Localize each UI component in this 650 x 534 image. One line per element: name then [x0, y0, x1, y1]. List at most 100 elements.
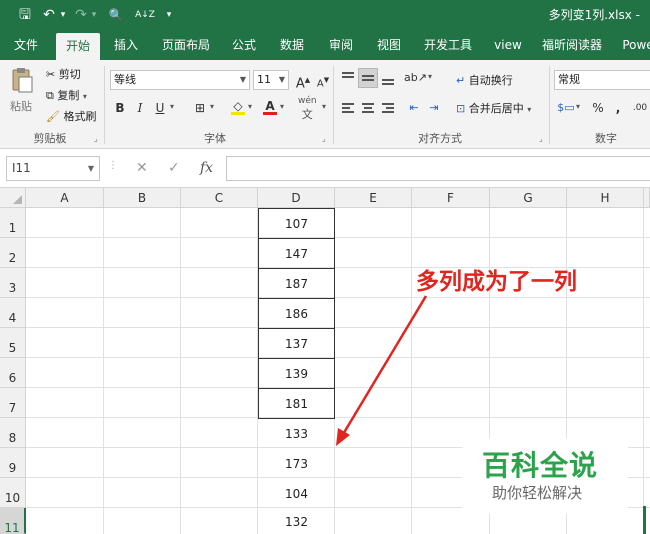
formula-input[interactable]	[226, 156, 650, 181]
save-icon[interactable]: 🖫	[14, 6, 36, 24]
decrease-indent-button[interactable]: ⇤	[404, 98, 424, 118]
row-header-11[interactable]: 11	[0, 508, 26, 534]
column-header-i[interactable]	[644, 188, 650, 208]
grow-font-button[interactable]: A▲	[293, 70, 313, 91]
chevron-down-icon: ▼	[239, 75, 246, 84]
row-header-4[interactable]: 4	[0, 298, 26, 328]
column-header-d[interactable]: D	[258, 188, 335, 208]
undo-icon[interactable]: ↶	[42, 6, 56, 24]
insert-function-icon[interactable]: fx	[200, 160, 213, 176]
column-header-a[interactable]: A	[26, 188, 104, 208]
align-center-button[interactable]	[358, 98, 378, 118]
percent-style-button[interactable]: %	[588, 98, 608, 118]
tab-power[interactable]: Powe	[618, 30, 650, 60]
cell-d10[interactable]: 104	[258, 479, 335, 509]
copy-button[interactable]: ⧉ 复制 ▾	[46, 87, 87, 103]
orientation-dropdown-icon[interactable]: ▾	[428, 72, 432, 81]
shrink-font-button[interactable]: A▼	[313, 70, 333, 90]
tab-insert[interactable]: 插入	[106, 30, 146, 60]
increase-indent-button[interactable]: ⇥	[424, 98, 444, 118]
row-header-8[interactable]: 8	[0, 418, 26, 448]
cancel-formula-icon[interactable]: ✕	[136, 160, 148, 176]
row-header-5[interactable]: 5	[0, 328, 26, 358]
phonetic-dropdown-icon[interactable]: ▾	[322, 102, 326, 111]
comma-style-button[interactable]: ,	[608, 98, 628, 118]
name-box[interactable]: I11 ▼	[6, 156, 100, 181]
cell-d6[interactable]: 139	[258, 358, 335, 389]
tab-formulas[interactable]: 公式	[226, 30, 262, 60]
tab-view[interactable]: 视图	[370, 30, 408, 60]
redo-dropdown-icon[interactable]: ▾	[89, 6, 99, 24]
row-header-3[interactable]: 3	[0, 268, 26, 298]
select-all-button[interactable]	[0, 188, 26, 208]
phonetic-guide-button[interactable]: wén 文	[298, 96, 317, 122]
column-header-c[interactable]: C	[181, 188, 258, 208]
underline-button[interactable]: U	[150, 98, 170, 118]
column-header-e[interactable]: E	[335, 188, 412, 208]
row-header-10[interactable]: 10	[0, 478, 26, 508]
customize-toolbar-icon[interactable]: ▾	[164, 6, 174, 24]
italic-button[interactable]: I	[130, 98, 150, 118]
cell-d1[interactable]: 107	[258, 208, 335, 239]
underline-dropdown-icon[interactable]: ▾	[170, 102, 174, 111]
align-bottom-button[interactable]	[378, 68, 398, 88]
borders-button[interactable]: ⊞	[190, 98, 210, 118]
tab-data[interactable]: 数据	[274, 30, 310, 60]
align-middle-button[interactable]	[358, 68, 378, 88]
column-header-f[interactable]: F	[412, 188, 490, 208]
alignment-launcher-icon[interactable]: ⌟	[539, 134, 543, 143]
align-left-button[interactable]	[338, 98, 358, 118]
orientation-button[interactable]: ab↗	[404, 68, 427, 88]
accounting-dropdown-icon[interactable]: ▾	[576, 102, 580, 111]
borders-dropdown-icon[interactable]: ▾	[210, 102, 214, 111]
format-painter-button[interactable]: 🖌 格式刷	[46, 108, 96, 124]
tab-page-layout[interactable]: 页面布局	[156, 30, 216, 60]
row-header-2[interactable]: 2	[0, 238, 26, 268]
font-color-button[interactable]: A	[260, 96, 280, 116]
font-name-select[interactable]: 等线 ▼	[110, 70, 250, 90]
column-header-h[interactable]: H	[567, 188, 644, 208]
row-header-9[interactable]: 9	[0, 448, 26, 478]
cut-button[interactable]: ✂ 剪切	[46, 66, 81, 82]
cell-d7[interactable]: 181	[258, 388, 335, 419]
align-right-button[interactable]	[378, 98, 398, 118]
scissors-icon: ✂	[46, 68, 56, 81]
tab-home[interactable]: 开始	[56, 33, 100, 60]
tab-review[interactable]: 审阅	[322, 30, 360, 60]
number-format-select[interactable]: 常规	[554, 70, 650, 90]
cell-d4[interactable]: 186	[258, 298, 335, 329]
undo-dropdown-icon[interactable]: ▾	[58, 6, 68, 24]
tab-developer[interactable]: 开发工具	[418, 30, 478, 60]
redo-icon[interactable]: ↷	[74, 6, 88, 24]
merge-center-button[interactable]: ⊡ 合并后居中 ▾	[456, 100, 531, 116]
print-preview-icon[interactable]: 🔍	[106, 6, 126, 24]
column-header-b[interactable]: B	[104, 188, 181, 208]
font-size-select[interactable]: 11 ▼	[253, 70, 289, 90]
increase-decimal-button[interactable]: .00	[630, 98, 650, 118]
enter-formula-icon[interactable]: ✓	[168, 160, 180, 176]
row-header-1[interactable]: 1	[0, 208, 26, 238]
tab-foxit-reader[interactable]: 福昕阅读器	[540, 30, 604, 60]
tab-file[interactable]: 文件	[6, 30, 46, 60]
wrap-text-button[interactable]: ↵ 自动换行	[456, 72, 513, 88]
sort-icon[interactable]: A↓Z	[134, 6, 156, 24]
cell-d9[interactable]: 173	[258, 449, 335, 479]
cell-d11[interactable]: 132	[258, 509, 335, 533]
fill-color-button[interactable]: ◇	[228, 96, 248, 116]
font-color-dropdown-icon[interactable]: ▾	[280, 102, 284, 111]
align-top-button[interactable]	[338, 68, 358, 88]
row-header-6[interactable]: 6	[0, 358, 26, 388]
cell-d3[interactable]: 187	[258, 268, 335, 299]
bold-button[interactable]: B	[110, 98, 130, 118]
tab-view-en[interactable]: view	[488, 30, 528, 60]
cell-d5[interactable]: 137	[258, 328, 335, 359]
paste-button[interactable]: 粘贴	[8, 66, 36, 124]
font-launcher-icon[interactable]: ⌟	[322, 134, 326, 143]
column-header-g[interactable]: G	[490, 188, 567, 208]
cell-d8[interactable]: 133	[258, 419, 335, 449]
clipboard-launcher-icon[interactable]: ⌟	[94, 134, 98, 143]
row-header-7[interactable]: 7	[0, 388, 26, 418]
accounting-format-icon[interactable]: $▭	[556, 98, 576, 118]
fill-dropdown-icon[interactable]: ▾	[248, 102, 252, 111]
cell-d2[interactable]: 147	[258, 238, 335, 269]
